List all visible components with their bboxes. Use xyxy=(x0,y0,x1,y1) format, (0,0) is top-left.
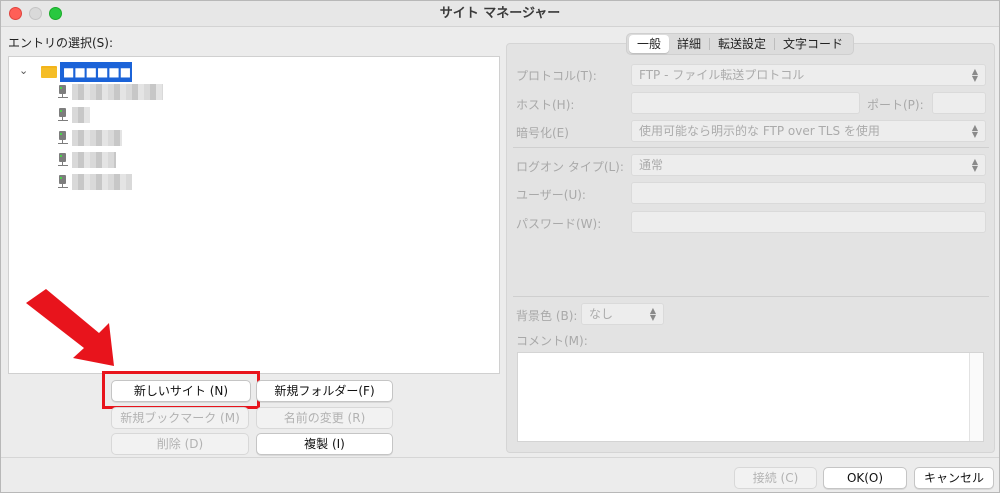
comment-label: コメント(M): xyxy=(516,334,588,348)
site-label: ■■■■ xyxy=(72,152,116,168)
logon-type-select[interactable]: 通常 ▲ ▼ xyxy=(631,154,986,176)
tab-advanced[interactable]: 詳細 xyxy=(669,35,709,53)
server-icon xyxy=(58,85,68,99)
select-stepper-icon: ▲ ▼ xyxy=(971,157,979,173)
section-divider xyxy=(513,147,989,148)
rename-button[interactable]: 名前の変更 (R) xyxy=(256,407,393,429)
window-title: サイト マネージャー xyxy=(439,6,561,21)
site-label: ■■■■■■ xyxy=(72,174,132,190)
settings-tab-bar: 一般 詳細 転送設定 文字コード xyxy=(626,33,855,55)
background-color-select[interactable]: なし ▲ ▼ xyxy=(581,303,664,325)
password-label: パスワード(W): xyxy=(516,217,602,231)
logon-type-label: ログオン タイプ(L): xyxy=(516,160,624,174)
site-label: ■■■■■■■■■■ xyxy=(72,84,163,100)
new-site-button[interactable]: 新しいサイト (N) xyxy=(111,380,251,402)
port-input[interactable] xyxy=(932,92,986,114)
encryption-select[interactable]: 使用可能なら明示的な FTP over TLS を使用 ▲ ▼ xyxy=(631,120,986,142)
protocol-select[interactable]: FTP - ファイル転送プロトコル ▲ ▼ xyxy=(631,64,986,86)
tab-transfer-settings[interactable]: 転送設定 xyxy=(710,35,774,53)
user-input[interactable] xyxy=(631,182,986,204)
select-stepper-icon: ▲ ▼ xyxy=(971,123,979,139)
encryption-value: 使用可能なら明示的な FTP over TLS を使用 xyxy=(639,124,880,138)
server-icon xyxy=(58,153,68,167)
site-label: ■■■■■ xyxy=(72,130,122,146)
background-color-label: 背景色 (B): xyxy=(516,309,578,323)
logon-type-value: 通常 xyxy=(639,158,664,172)
delete-button[interactable]: 削除 (D) xyxy=(111,433,249,455)
comment-scrollbar[interactable] xyxy=(969,353,983,441)
ok-button[interactable]: OK(O) xyxy=(823,467,907,489)
comment-textarea[interactable] xyxy=(517,352,984,442)
footer-divider xyxy=(1,457,999,458)
new-folder-button[interactable]: 新規フォルダー(F) xyxy=(256,380,393,402)
section-divider xyxy=(513,296,989,297)
red-arrow-annotation xyxy=(26,289,114,366)
server-icon xyxy=(58,131,68,145)
encryption-label: 暗号化(E) xyxy=(516,126,569,140)
server-icon xyxy=(58,108,68,122)
select-stepper-icon: ▲ ▼ xyxy=(971,67,979,83)
site-label: ■■ xyxy=(72,107,90,123)
cancel-button[interactable]: キャンセル xyxy=(914,467,994,489)
host-label: ホスト(H): xyxy=(516,98,575,112)
new-bookmark-button[interactable]: 新規ブックマーク (M) xyxy=(111,407,249,429)
tab-charset[interactable]: 文字コード xyxy=(775,35,851,53)
title-bar: サイト マネージャー xyxy=(1,1,999,27)
server-icon xyxy=(58,175,68,189)
host-input[interactable] xyxy=(631,92,860,114)
protocol-value: FTP - ファイル転送プロトコル xyxy=(639,68,805,82)
chevron-down-icon[interactable]: ⌄ xyxy=(19,64,28,77)
site-manager-window: サイト マネージャー エントリの選択(S): ⌄ ■■■■■■ ■■■■■■■■… xyxy=(0,0,1000,493)
password-input[interactable] xyxy=(631,211,986,233)
protocol-label: プロトコル(T): xyxy=(516,69,597,83)
background-color-value: なし xyxy=(589,307,614,321)
entry-select-label: エントリの選択(S): xyxy=(8,36,114,50)
user-label: ユーザー(U): xyxy=(516,188,586,202)
select-stepper-icon: ▲ ▼ xyxy=(649,306,657,322)
connect-button[interactable]: 接続 (C) xyxy=(734,467,817,489)
port-label: ポート(P): xyxy=(867,98,924,112)
folder-icon xyxy=(41,66,57,78)
tab-general[interactable]: 一般 xyxy=(629,35,670,53)
tree-folder-label[interactable]: ■■■■■■ xyxy=(60,62,132,82)
duplicate-button[interactable]: 複製 (I) xyxy=(256,433,393,455)
